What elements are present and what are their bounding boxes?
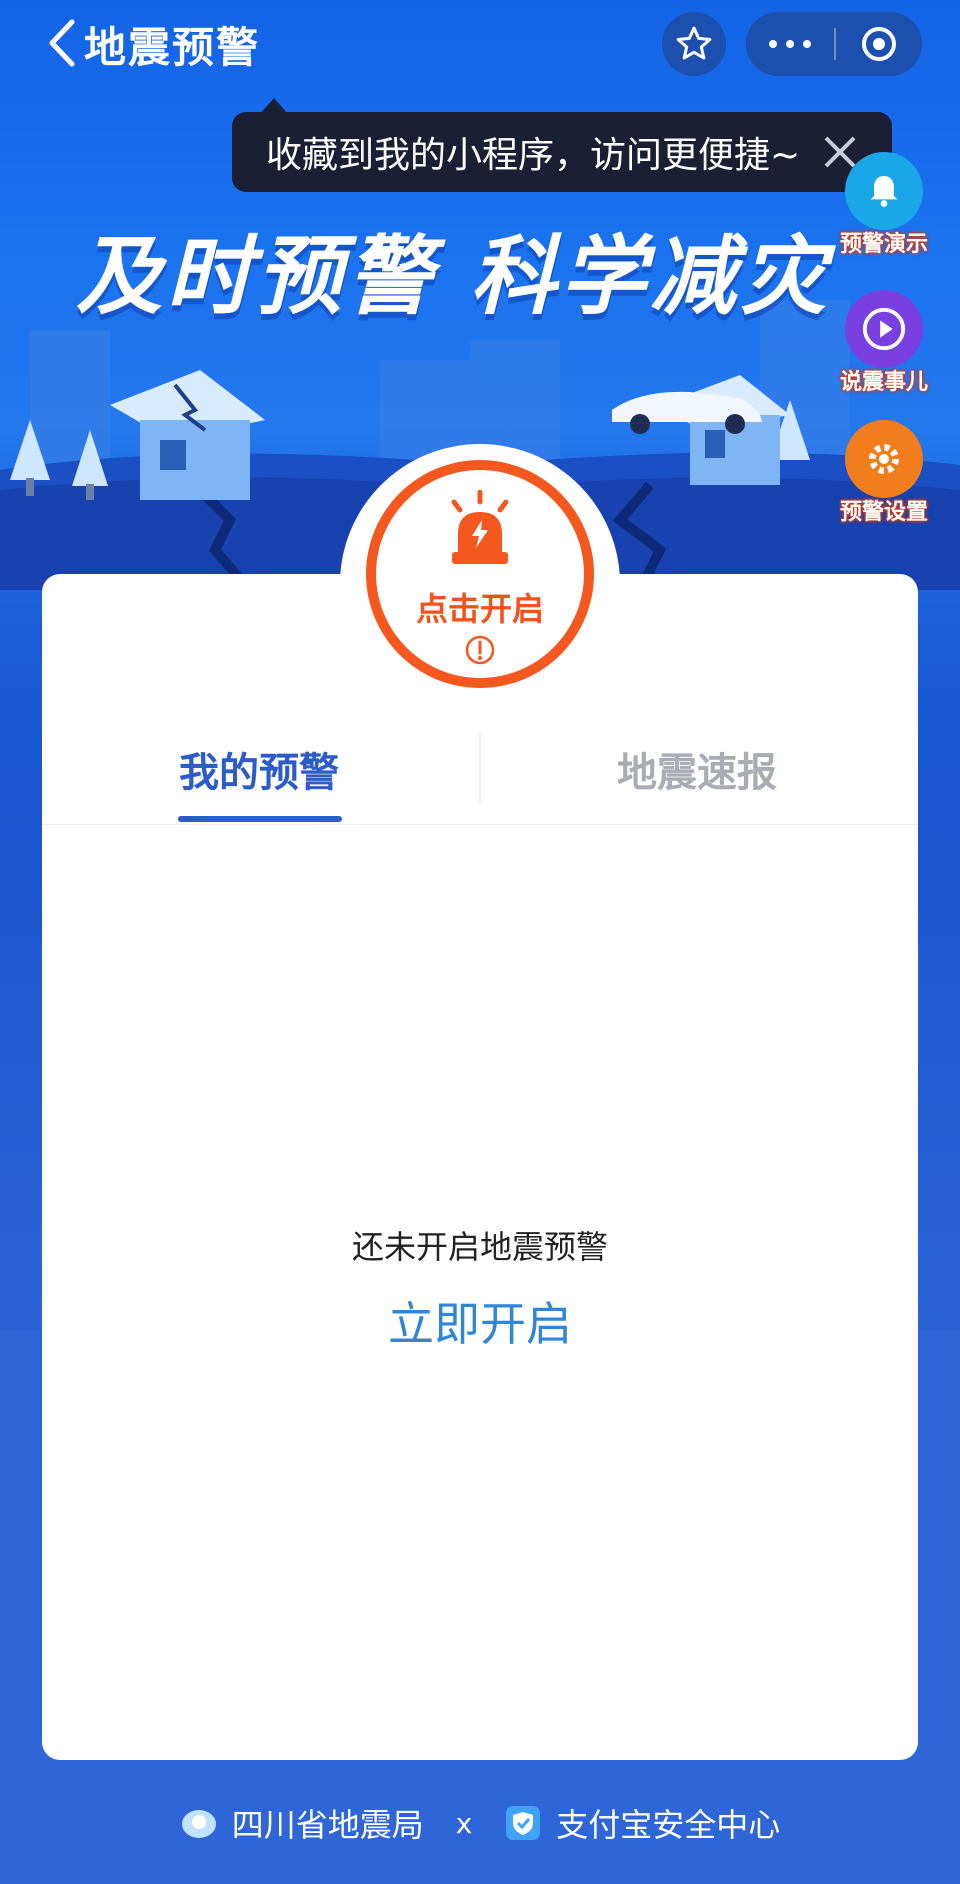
footer-org1: 四川省地震局: [231, 1806, 424, 1844]
star-icon: [676, 26, 712, 60]
enable-alarm-label: 点击开启: [415, 590, 544, 628]
favorite-button[interactable]: [662, 12, 726, 76]
tab-quick-reports[interactable]: 地震速报: [617, 740, 777, 798]
play-icon: [862, 307, 906, 351]
exclamation-icon: [465, 635, 495, 665]
side-button-settings[interactable]: 预警设置: [826, 420, 942, 526]
tab-bar: 我的预警 地震速报: [42, 704, 918, 825]
siren-icon: [451, 490, 509, 564]
side-button-label: 说震事儿: [839, 370, 928, 395]
favorite-tooltip: 收藏到我的小程序，访问更便捷~: [232, 112, 892, 192]
side-button-label: 预警设置: [839, 500, 928, 525]
enable-now-link[interactable]: 立即开启: [0, 1288, 960, 1354]
tooltip-text: 收藏到我的小程序，访问更便捷~: [266, 135, 801, 176]
footer-org2: 支付宝安全中心: [556, 1806, 781, 1844]
banner-slogan: 及时预警 科学减灾: [76, 227, 830, 327]
exit-miniapp-button[interactable]: [836, 24, 922, 64]
shield-icon: [506, 1806, 541, 1840]
active-tab-indicator: [178, 816, 342, 822]
target-icon: [862, 27, 896, 61]
bell-icon: [870, 176, 898, 207]
side-button-talk[interactable]: 说震事儿: [826, 290, 942, 396]
empty-state-message: 还未开启地震预警: [351, 1228, 608, 1266]
miniapp-capsule: [746, 12, 922, 76]
tab-my-warnings[interactable]: 我的预警: [179, 740, 339, 798]
more-dots-icon: [769, 40, 811, 48]
seismology-bureau-logo-icon: [181, 1810, 216, 1838]
side-button-demo[interactable]: 预警演示: [826, 152, 942, 258]
gear-icon: [869, 444, 899, 474]
more-button[interactable]: [746, 40, 834, 48]
enable-alarm-button[interactable]: 点击开启: [366, 460, 594, 688]
footer-partners: 四川省地震局 x 支付宝安全中心: [0, 1798, 960, 1848]
side-button-label: 预警演示: [839, 232, 928, 257]
footer-separator: x: [455, 1806, 473, 1840]
page-title: 地震预警: [84, 23, 261, 72]
